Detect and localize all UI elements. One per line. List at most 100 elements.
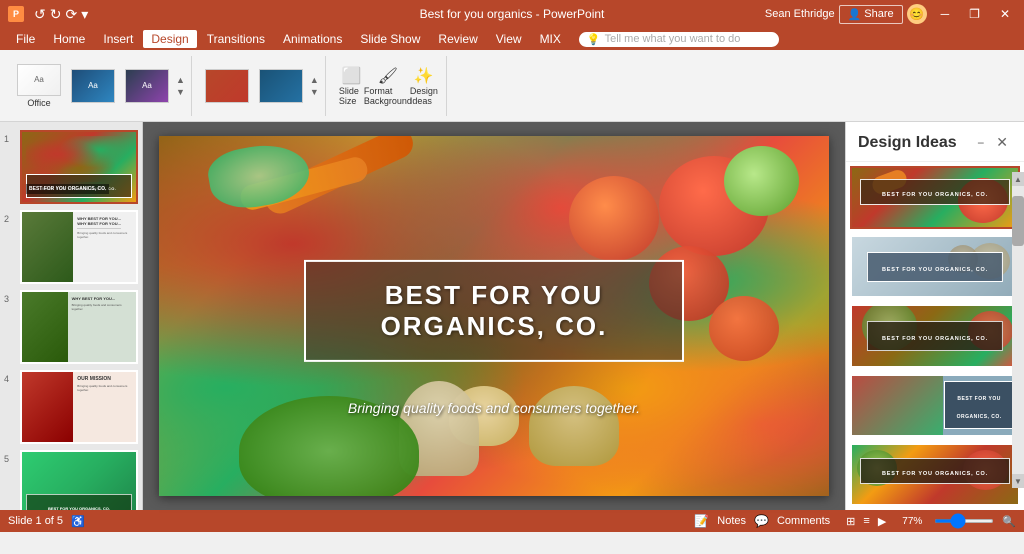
- user-area: Sean Ethridge 👤 Share 😊: [765, 4, 927, 24]
- accessibility-icon: ♿: [71, 515, 85, 528]
- tell-me-placeholder: Tell me what you want to do: [605, 33, 741, 45]
- lightbulb-icon: 💡: [587, 33, 601, 46]
- zoom-slider[interactable]: [934, 519, 994, 523]
- scroll-up-btn[interactable]: ▲: [1012, 172, 1024, 186]
- tab-file[interactable]: File: [8, 30, 43, 48]
- tell-me-bar[interactable]: 💡 Tell me what you want to do: [579, 32, 779, 47]
- notes-label[interactable]: Notes: [717, 515, 746, 527]
- slide-5-title-box: BEST FOR YOU ORGANICS, CO.: [26, 494, 132, 510]
- notes-btn[interactable]: 📝: [694, 514, 709, 528]
- design-ideas-list: BEST FOR YOU ORGANICS, CO. BEST FOR YOU …: [846, 162, 1024, 510]
- design-idea-4[interactable]: BEST FOR YOU ORGANICS, CO.: [850, 374, 1020, 437]
- slide-4-preview: OUR MISSION Bringing quality foods and c…: [22, 372, 136, 442]
- theme-btn-3[interactable]: Aa: [122, 61, 172, 111]
- di-3-label: BEST FOR YOU ORGANICS, CO.: [882, 336, 988, 342]
- di-4-label: BEST FOR YOU ORGANICS, CO.: [957, 396, 1002, 420]
- design-idea-3[interactable]: BEST FOR YOU ORGANICS, CO.: [850, 304, 1020, 367]
- slide-canvas[interactable]: BEST FOR YOU ORGANICS, CO. Bringing qual…: [159, 136, 829, 496]
- slide-3-image: [22, 292, 68, 362]
- slide-4-text: OUR MISSION Bringing quality foods and c…: [73, 372, 136, 442]
- design-idea-5[interactable]: BEST FOR YOU ORGANICS, CO.: [850, 443, 1020, 506]
- tab-mix[interactable]: MIX: [532, 30, 569, 48]
- app-icon: P: [8, 6, 24, 22]
- design-panel-collapse-btn[interactable]: −: [973, 134, 988, 152]
- zoom-in-icon[interactable]: 🔍: [1002, 515, 1016, 528]
- customize-group: ⬜ Slide Size 🖌 Format Background ✨ Desig…: [330, 56, 447, 116]
- statusbar-left: Slide 1 of 5 ♿: [8, 515, 85, 528]
- view-slideshow-icon[interactable]: ▶: [878, 515, 886, 528]
- design-panel-header: Design Ideas − ✕: [846, 122, 1024, 162]
- slide-1-preview: BEST FOR YOU ORGANICS, CO.: [22, 132, 136, 202]
- scroll-down-btn[interactable]: ▼: [1012, 474, 1024, 488]
- slide-3-preview: WHY BEST FOR YOU... Bringing quality foo…: [22, 292, 136, 362]
- variant-btn-1[interactable]: [202, 61, 252, 111]
- slide-thumbnail-5[interactable]: 5 BEST FOR YOU ORGANICS, CO.: [4, 450, 138, 510]
- slide-1-container: BEST FOR YOU ORGANICS, CO.: [20, 130, 138, 204]
- tab-transitions[interactable]: Transitions: [199, 30, 273, 48]
- avatar: 😊: [907, 4, 927, 24]
- slide-num-3: 3: [4, 294, 16, 304]
- slide-2-container: WHY BEST FOR YOU... Bringing quality foo…: [20, 210, 138, 284]
- slide-num-4: 4: [4, 374, 16, 384]
- variants-more[interactable]: ▲▼: [310, 75, 319, 97]
- minimize-button[interactable]: ─: [935, 7, 956, 21]
- tab-animations[interactable]: Animations: [275, 30, 350, 48]
- user-name: Sean Ethridge: [765, 8, 835, 20]
- comments-label[interactable]: Comments: [777, 515, 830, 527]
- tab-slideshow[interactable]: Slide Show: [352, 30, 428, 48]
- slide-4-container: OUR MISSION Bringing quality foods and c…: [20, 370, 138, 444]
- restore-button[interactable]: ❐: [963, 7, 986, 21]
- format-background-btn[interactable]: 🖌 Format Background: [372, 61, 404, 111]
- design-idea-1[interactable]: BEST FOR YOU ORGANICS, CO.: [850, 166, 1020, 229]
- slide-thumbnail-3[interactable]: 3 WHY BEST FOR YOU... Bringing quality f…: [4, 290, 138, 364]
- design-panel-title: Design Ideas: [858, 134, 957, 152]
- design-idea-2[interactable]: BEST FOR YOU ORGANICS, CO.: [850, 235, 1020, 298]
- redo-icon[interactable]: ↻: [50, 6, 62, 23]
- tab-view[interactable]: View: [488, 30, 530, 48]
- ribbon-toolbar: Aa Office Aa Aa ▲▼ ▲▼ ⬜ Slide Size 🖌 Fo: [0, 50, 1024, 122]
- slide-2-preview: WHY BEST FOR YOU... Bringing quality foo…: [22, 212, 136, 282]
- design-scrollbar[interactable]: ▲ ▼: [1012, 172, 1024, 488]
- slide-num-1: 1: [4, 134, 16, 144]
- ribbon-tabs: File Home Insert Design Transitions Anim…: [0, 28, 1024, 50]
- tab-review[interactable]: Review: [430, 30, 485, 48]
- slide-thumbnail-2[interactable]: 2 WHY BEST FOR YOU... Bringing quality f…: [4, 210, 138, 284]
- tab-home[interactable]: Home: [45, 30, 93, 48]
- slide-5-preview: BEST FOR YOU ORGANICS, CO.: [22, 452, 136, 510]
- titlebar-left: P ↺ ↻ ⟳ ▾: [8, 6, 88, 23]
- design-ideas-btn[interactable]: ✨ Design Ideas: [408, 61, 440, 111]
- share-button[interactable]: 👤 Share: [839, 5, 903, 24]
- slide-title-box[interactable]: BEST FOR YOU ORGANICS, CO.: [304, 260, 684, 362]
- slide-3-text: WHY BEST FOR YOU... Bringing quality foo…: [68, 292, 136, 362]
- variant-btn-2[interactable]: [256, 61, 306, 111]
- view-outline-icon[interactable]: ≡: [863, 515, 869, 527]
- close-button[interactable]: ✕: [994, 7, 1016, 21]
- status-bar: Slide 1 of 5 ♿ 📝 Notes 💬 Comments ⊞ ≡ ▶ …: [0, 510, 1024, 532]
- app-title: Best for you organics - PowerPoint: [420, 7, 605, 21]
- quick-access-toolbar: ↺ ↻ ⟳ ▾: [34, 6, 88, 23]
- repeat-icon[interactable]: ⟳: [65, 6, 77, 23]
- tab-design[interactable]: Design: [143, 30, 196, 48]
- share-icon: 👤: [848, 8, 862, 21]
- customize-icon[interactable]: ▾: [81, 6, 88, 23]
- view-normal-icon[interactable]: ⊞: [846, 515, 855, 528]
- window-controls: ─ ❐ ✕: [935, 7, 1016, 21]
- di-2-label: BEST FOR YOU ORGANICS, CO.: [882, 267, 988, 273]
- di-1-label: BEST FOR YOU ORGANICS, CO.: [882, 192, 988, 198]
- slide-thumbnail-1[interactable]: 1 BEST FOR YOU ORGANICS, CO.: [4, 130, 138, 204]
- theme-btn-2[interactable]: Aa: [68, 61, 118, 111]
- themes-more[interactable]: ▲▼: [176, 75, 185, 97]
- slide-panel: 1 BEST FOR YOU ORGANICS, CO. 2 WHY BEST …: [0, 122, 143, 510]
- di-5-label: BEST FOR YOU ORGANICS, CO.: [882, 471, 988, 477]
- undo-icon[interactable]: ↺: [34, 6, 46, 23]
- scroll-thumb[interactable]: [1012, 196, 1024, 246]
- slide-num-2: 2: [4, 214, 16, 224]
- tab-insert[interactable]: Insert: [95, 30, 141, 48]
- zoom-level: 77%: [902, 516, 922, 527]
- comments-btn[interactable]: 💬: [754, 514, 769, 528]
- design-panel-close-btn[interactable]: ✕: [992, 132, 1012, 153]
- slide-subtitle[interactable]: Bringing quality foods and consumers tog…: [159, 400, 829, 416]
- theme-btn-1[interactable]: Aa Office: [14, 61, 64, 111]
- scroll-track: [1012, 186, 1024, 474]
- slide-thumbnail-4[interactable]: 4 OUR MISSION Bringing quality foods and…: [4, 370, 138, 444]
